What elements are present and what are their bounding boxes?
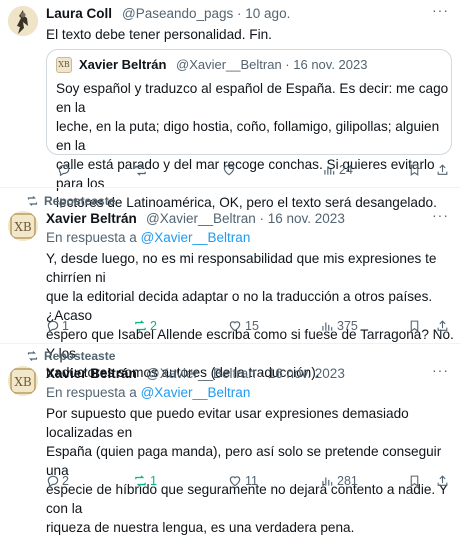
tweet2-like-button[interactable]: [228, 319, 242, 338]
tweet3-bookmark-button[interactable]: [408, 474, 421, 493]
reply-to-link[interactable]: @Xavier__Beltran: [141, 385, 251, 400]
bookmark-icon: [410, 475, 419, 487]
repost-icon: [27, 196, 38, 206]
avatar-xavier-beltran[interactable]: XB: [8, 366, 38, 396]
tweet2-bookmark-button[interactable]: [408, 319, 421, 338]
avatar-xavier-beltran[interactable]: XB: [8, 211, 38, 241]
tweet1-bookmark-button[interactable]: [408, 163, 421, 182]
heart-icon: [229, 321, 241, 332]
repost-icon: [135, 320, 146, 332]
tweet2-more-icon[interactable]: ···: [432, 207, 449, 223]
quote-avatar: XB: [56, 57, 72, 73]
tweet3-share-button[interactable]: [436, 474, 449, 493]
reply-prefix: En respuesta a: [46, 230, 141, 245]
bookmark-icon: [410, 320, 419, 332]
heart-icon: [223, 165, 235, 176]
tweet3-more-icon[interactable]: ···: [432, 362, 449, 378]
tweet3-like-count: 11: [245, 474, 258, 488]
tweet1-like-button[interactable]: [222, 163, 236, 182]
tweet3-text: Por supuesto que puedo evitar usar expre…: [46, 404, 456, 537]
quote-line: Soy español y traduzco al español de Esp…: [56, 81, 449, 115]
views-icon: [324, 166, 335, 175]
reply-icon: [58, 164, 70, 177]
tweet1-reply-button[interactable]: [57, 163, 71, 182]
quote-text: Soy español y traduzco al español de Esp…: [56, 79, 450, 212]
tweet2-repost-label[interactable]: Reposteaste: [44, 194, 115, 208]
tweet-line: Y, desde luego, no es mi responsabilidad…: [46, 251, 437, 285]
tweet3-reply-context: En respuesta a @Xavier__Beltran: [46, 385, 250, 400]
xb-logo-icon: XB: [8, 366, 38, 396]
tweet3-handle-time[interactable]: @Xavier__Beltran · 16 nov. 2023: [146, 366, 345, 381]
divider: [0, 343, 460, 344]
tweet3-views-button[interactable]: [320, 474, 334, 493]
views-icon: [322, 477, 333, 486]
tweet2-reply-button[interactable]: [46, 319, 60, 338]
quote-line: leche, en la puta; digo hostia, coño, fo…: [56, 119, 440, 153]
tweet1-more-icon[interactable]: ···: [432, 2, 449, 18]
tweet3-reply-button[interactable]: [46, 474, 60, 493]
tweet3-repost-indicator-icon: [26, 349, 39, 367]
repost-icon: [27, 351, 38, 361]
tweet3-views-count: 281: [337, 474, 358, 488]
tweet2-repost-indicator-icon: [26, 194, 39, 212]
tweet3-author-name[interactable]: Xavier Beltrán: [46, 366, 137, 381]
tweet1-share-button[interactable]: [436, 163, 449, 182]
repost-icon: [135, 475, 146, 487]
tweet3-repost-button[interactable]: [133, 474, 148, 493]
quote-handle-time: @Xavier__Beltran · 16 nov. 2023: [176, 57, 368, 72]
tweet3-repost-label[interactable]: Reposteaste: [44, 349, 115, 363]
quoted-tweet[interactable]: XB Xavier Beltrán @Xavier__Beltran · 16 …: [46, 49, 452, 210]
tweet2-repost-button[interactable]: [133, 319, 148, 338]
tweet3-like-button[interactable]: [228, 474, 242, 493]
tweet1-views-button[interactable]: [322, 163, 336, 182]
reply-to-link[interactable]: @Xavier__Beltran: [141, 230, 251, 245]
illustration-icon: [8, 6, 38, 36]
reply-icon: [47, 320, 59, 333]
reply-icon: [47, 475, 59, 488]
share-icon: [437, 475, 448, 486]
tweet2-repost-count: 2: [150, 319, 157, 333]
tweet1-author-name[interactable]: Laura Coll: [46, 6, 112, 21]
heart-icon: [229, 476, 241, 487]
xb-logo-icon: XB: [8, 211, 38, 241]
tweet2-like-count: 15: [245, 319, 259, 333]
svg-text:XB: XB: [14, 220, 32, 234]
tweet2-author-name[interactable]: Xavier Beltrán: [46, 211, 137, 226]
tweet2-views-count: 375: [337, 319, 358, 333]
tweet1-views-count: 24: [339, 163, 353, 177]
tweet1-handle-time[interactable]: @Paseando_pags · 10 ago.: [122, 6, 290, 21]
tweet1-repost-button[interactable]: [133, 163, 148, 182]
views-icon: [322, 322, 333, 331]
bookmark-icon: [410, 164, 419, 176]
svg-text:XB: XB: [14, 375, 32, 389]
tweet2-share-button[interactable]: [436, 319, 449, 338]
divider: [0, 187, 460, 188]
share-icon: [437, 320, 448, 331]
tweet-line: Por supuesto que puedo evitar usar expre…: [46, 406, 409, 440]
tweet1-text: El texto debe tener personalidad. Fin.: [46, 27, 272, 42]
repost-icon: [135, 164, 146, 176]
share-icon: [437, 164, 448, 175]
tweet2-reply-context: En respuesta a @Xavier__Beltran: [46, 230, 250, 245]
tweet2-handle-time[interactable]: @Xavier__Beltran · 16 nov. 2023: [146, 211, 345, 226]
tweet-line: riqueza de nuestra lengua, es una verdad…: [46, 520, 355, 535]
tweet3-repost-count: 1: [150, 474, 157, 488]
quote-author-name: Xavier Beltrán: [79, 57, 167, 72]
tweet3-reply-count: 2: [62, 474, 69, 488]
avatar-laura-coll[interactable]: [8, 6, 38, 36]
reply-prefix: En respuesta a: [46, 385, 141, 400]
tweet2-reply-count: 1: [62, 319, 69, 333]
tweet2-views-button[interactable]: [320, 319, 334, 338]
